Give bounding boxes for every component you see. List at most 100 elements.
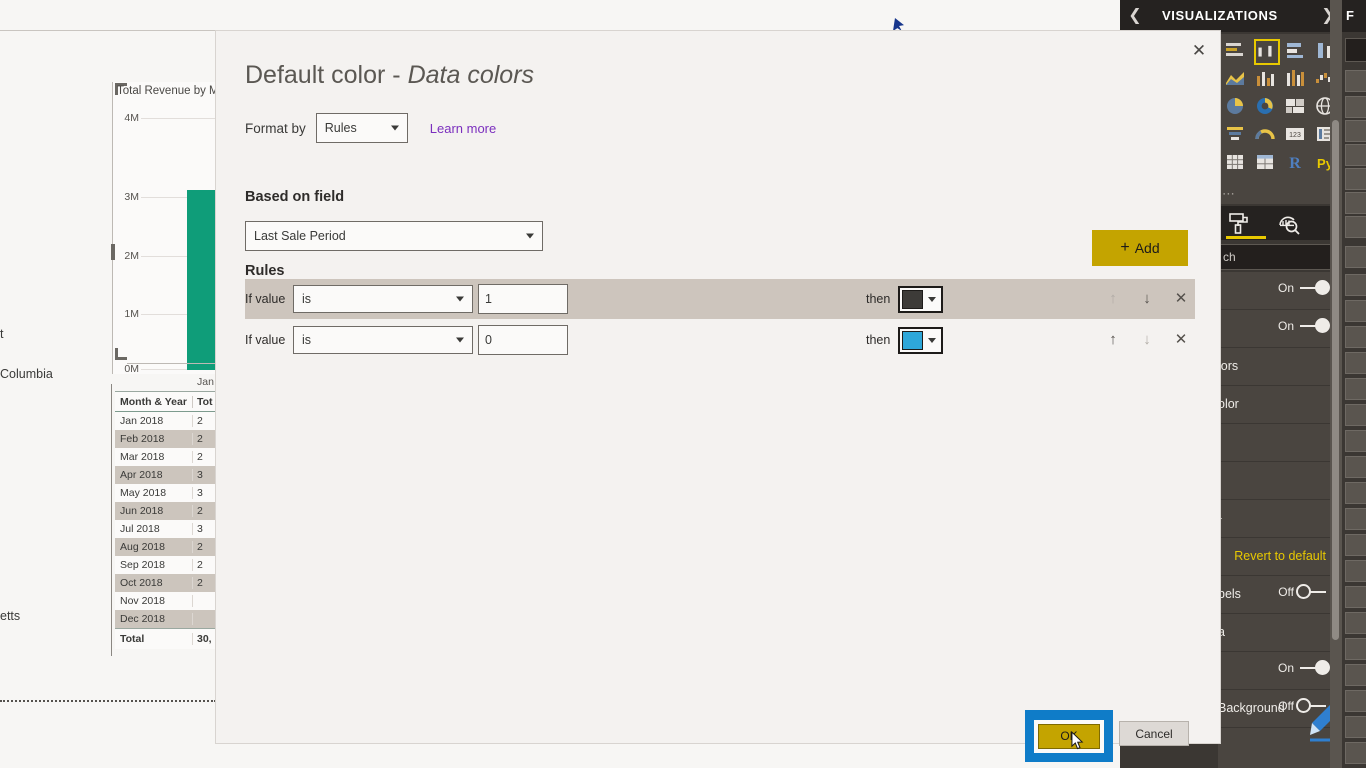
field-list-item[interactable] [1345, 120, 1366, 142]
field-list-item[interactable] [1345, 534, 1366, 556]
field-list-item[interactable] [1345, 508, 1366, 530]
field-list-item[interactable] [1345, 586, 1366, 608]
pane-scrollbar-thumb[interactable] [1332, 120, 1339, 640]
ribbon-chart-icon[interactable] [1284, 67, 1310, 93]
monthly-revenue-table[interactable]: Month & Year Tot Jan 2018 2 Feb 2018 2 Mar 2… [115, 391, 220, 649]
add-rule-button[interactable]: + Add [1092, 230, 1188, 266]
arrow-up-icon[interactable]: ↑ [1105, 332, 1121, 348]
rule-color-picker[interactable] [898, 326, 944, 354]
table-row[interactable]: Sep 2018 2 [115, 556, 220, 574]
r-script-visual-icon[interactable]: R [1284, 151, 1310, 177]
field-list-item[interactable] [1345, 326, 1366, 348]
field-list-item[interactable] [1345, 246, 1366, 268]
cancel-button[interactable]: Cancel [1119, 721, 1189, 746]
visualizations-tabs[interactable] [1218, 206, 1342, 240]
field-list-item[interactable] [1345, 70, 1366, 92]
clustered-column-chart-icon[interactable] [1254, 39, 1280, 65]
table-row[interactable]: Mar 2018 2 [115, 448, 220, 466]
rule-value-input[interactable]: 0 [478, 325, 568, 355]
toggle-knob[interactable] [1315, 318, 1330, 333]
field-list-item[interactable] [1345, 742, 1366, 764]
more-dots-icon[interactable]: ⋯ [1222, 186, 1237, 202]
table-row[interactable]: Nov 2018 [115, 592, 220, 610]
field-list-item[interactable] [1345, 378, 1366, 400]
revenue-column-chart[interactable]: Total Revenue by M 4M 3M 2M 1M 0M Jan 20 [111, 82, 249, 388]
format-toggle[interactable]: On [1278, 318, 1330, 333]
field-list-item[interactable] [1345, 168, 1366, 190]
field-list-item[interactable] [1345, 716, 1366, 738]
format-option-row[interactable]: - [1218, 500, 1332, 538]
area-chart-icon[interactable] [1224, 67, 1250, 93]
learn-more-link[interactable]: Learn more [430, 121, 496, 136]
format-option-row[interactable] [1218, 424, 1332, 462]
format-toggle[interactable]: On [1278, 280, 1330, 295]
chevron-left-icon[interactable]: ❮ [1125, 6, 1145, 26]
treemap-icon[interactable] [1284, 95, 1310, 121]
donut-chart-icon[interactable] [1254, 95, 1280, 121]
format-option-row[interactable] [1218, 462, 1332, 500]
rule-operator-dropdown[interactable]: is [293, 285, 473, 313]
rule-value-input[interactable]: 1 [478, 284, 568, 314]
format-options-list[interactable]: On On lors olor - Revert to default bels Off a On… [1218, 272, 1332, 768]
fields-search-input[interactable] [1345, 38, 1366, 62]
table-row[interactable]: Aug 2018 2 [115, 538, 220, 556]
toggle-knob[interactable] [1315, 660, 1330, 675]
field-list-item[interactable] [1345, 690, 1366, 712]
table-row[interactable]: Feb 2018 2 [115, 430, 220, 448]
format-option-row[interactable]: On [1218, 310, 1332, 348]
format-option-row[interactable]: a [1218, 614, 1332, 652]
format-by-dropdown[interactable]: Rules [315, 113, 408, 143]
format-search-input[interactable]: ch [1218, 244, 1342, 270]
field-list-item[interactable] [1345, 560, 1366, 582]
format-option-row[interactable]: Revert to default [1218, 538, 1332, 576]
field-list-item[interactable] [1345, 638, 1366, 660]
table-row[interactable]: Jan 2018 2 [115, 412, 220, 430]
table-row[interactable]: Oct 2018 2 [115, 574, 220, 592]
card-icon[interactable]: 123 [1284, 123, 1310, 149]
gauge-chart-icon[interactable] [1254, 123, 1280, 149]
format-toggle[interactable]: Off [1278, 698, 1326, 713]
visual-type-gallery[interactable]: 123 R Py [1218, 34, 1342, 204]
table-row[interactable]: Dec 2018 [115, 610, 220, 628]
arrow-down-icon[interactable]: ↓ [1139, 332, 1155, 348]
field-list-item[interactable] [1345, 482, 1366, 504]
rule-operator-dropdown[interactable]: is [293, 326, 473, 354]
field-list-item[interactable] [1345, 216, 1366, 238]
format-toggle[interactable]: Off [1278, 584, 1326, 599]
format-toggle[interactable]: On [1278, 660, 1330, 675]
field-list-item[interactable] [1345, 192, 1366, 214]
field-list-item[interactable] [1345, 664, 1366, 686]
format-option-row[interactable]: olor [1218, 386, 1332, 424]
toggle-knob[interactable] [1296, 698, 1311, 713]
remove-icon[interactable]: ✕ [1173, 332, 1189, 348]
based-on-field-dropdown[interactable]: Last Sale Period [245, 221, 543, 251]
ok-button[interactable]: OK [1038, 723, 1100, 749]
toggle-knob[interactable] [1315, 280, 1330, 295]
close-icon[interactable]: ✕ [1184, 37, 1214, 65]
toggle-knob[interactable] [1296, 584, 1311, 599]
tab-analytics[interactable] [1276, 211, 1310, 237]
format-option-row[interactable]: bels Off [1218, 576, 1332, 614]
remove-icon[interactable]: ✕ [1173, 291, 1189, 307]
clustered-bar-chart-icon[interactable] [1284, 39, 1310, 65]
format-option-row[interactable]: lors [1218, 348, 1332, 386]
format-option-row[interactable]: On [1218, 652, 1332, 690]
funnel-chart-icon[interactable] [1224, 123, 1250, 149]
default-color-dialog[interactable]: ✕ Default color - Data colors Format by … [216, 31, 1220, 762]
field-list-item[interactable] [1345, 96, 1366, 118]
table-row[interactable]: Apr 2018 3 [115, 466, 220, 484]
y-axis-drag-handle[interactable] [111, 244, 115, 260]
tab-format[interactable] [1226, 210, 1266, 239]
fields-pane[interactable]: F [1342, 0, 1366, 768]
line-and-column-chart-icon[interactable] [1254, 67, 1280, 93]
field-list-item[interactable] [1345, 144, 1366, 166]
revert-to-default-link[interactable]: Revert to default [1234, 549, 1326, 563]
arrow-down-icon[interactable]: ↓ [1139, 291, 1155, 307]
field-list-item[interactable] [1345, 612, 1366, 634]
field-list-item[interactable] [1345, 456, 1366, 478]
field-list-item[interactable] [1345, 274, 1366, 296]
rule-row[interactable]: If value is 0 then ↑ ↓ ✕ [245, 320, 1195, 360]
arrow-up-icon[interactable]: ↑ [1105, 291, 1121, 307]
matrix-icon[interactable] [1224, 151, 1250, 177]
rule-row[interactable]: If value is 1 then ↑ ↓ ✕ [245, 279, 1195, 319]
